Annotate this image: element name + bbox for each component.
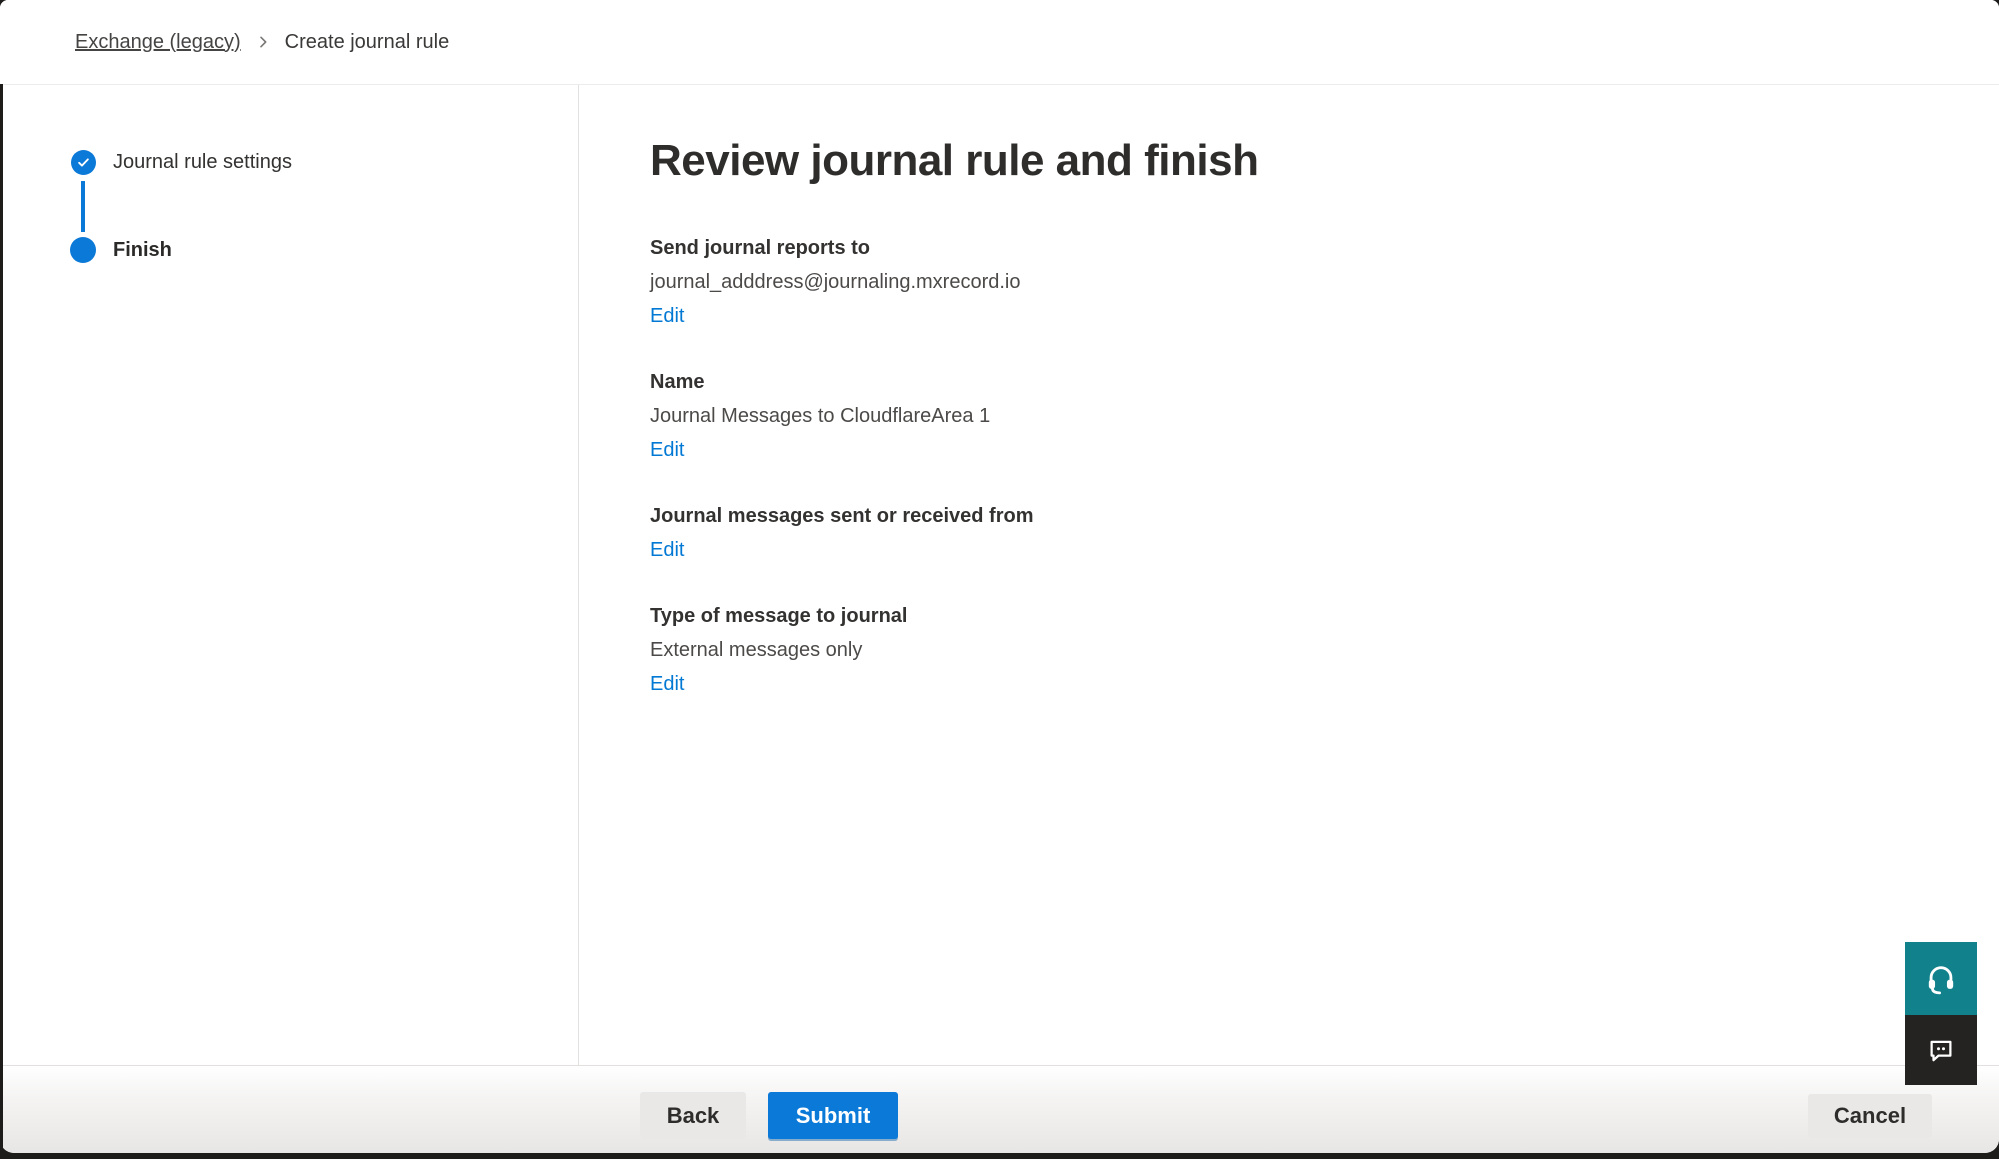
- wizard-stepper-sidebar: Journal rule settings Finish: [0, 84, 579, 1066]
- step-current-circle[interactable]: [70, 237, 96, 263]
- check-icon: [76, 155, 91, 170]
- chat-bubble-icon: [1926, 1035, 1956, 1065]
- section-journal-messages-sent-or-received: Journal messages sent or received from E…: [650, 499, 1550, 567]
- section-label: Send journal reports to: [650, 231, 1550, 265]
- section-type-of-message: Type of message to journal External mess…: [650, 599, 1550, 701]
- breadcrumb-current: Create journal rule: [285, 31, 450, 54]
- breadcrumb: Exchange (legacy) Create journal rule: [75, 0, 449, 84]
- feedback-button[interactable]: [1905, 1015, 1977, 1085]
- section-value: External messages only: [650, 633, 1550, 667]
- app-screen: Exchange (legacy) Create journal rule Jo…: [0, 0, 1999, 1159]
- back-button[interactable]: Back: [640, 1092, 746, 1139]
- stepper-step-journal-rule-settings[interactable]: Journal rule settings: [113, 150, 292, 175]
- edit-link-send-journal-reports[interactable]: Edit: [650, 299, 684, 333]
- help-button[interactable]: [1905, 942, 1977, 1015]
- edit-link-message-type[interactable]: Edit: [650, 667, 684, 701]
- edit-link-scope[interactable]: Edit: [650, 533, 684, 567]
- section-label: Type of message to journal: [650, 599, 1550, 633]
- app-window: Exchange (legacy) Create journal rule Jo…: [0, 0, 1999, 1153]
- chevron-right-icon: [255, 34, 271, 50]
- review-sections: Send journal reports to journal_adddress…: [650, 231, 1550, 733]
- section-value: journal_adddress@journaling.mxrecord.io: [650, 265, 1550, 299]
- review-panel: Review journal rule and finish Send jour…: [578, 84, 1999, 1066]
- page-title: Review journal rule and finish: [650, 136, 1258, 186]
- headset-icon: [1924, 962, 1958, 996]
- section-label: Journal messages sent or received from: [650, 499, 1550, 533]
- section-value: Journal Messages to CloudflareArea 1: [650, 399, 1550, 433]
- section-label: Name: [650, 365, 1550, 399]
- section-send-journal-reports-to: Send journal reports to journal_adddress…: [650, 231, 1550, 333]
- section-name: Name Journal Messages to CloudflareArea …: [650, 365, 1550, 467]
- submit-button[interactable]: Submit: [768, 1092, 898, 1139]
- top-header: Exchange (legacy) Create journal rule: [0, 0, 1999, 85]
- stepper-connector-line: [81, 181, 85, 232]
- cancel-button[interactable]: Cancel: [1808, 1094, 1932, 1138]
- stepper-step-finish[interactable]: Finish: [113, 238, 172, 263]
- step-completed-circle[interactable]: [71, 150, 96, 175]
- window-left-edge: [0, 84, 3, 1159]
- edit-link-name[interactable]: Edit: [650, 433, 684, 467]
- breadcrumb-parent-link[interactable]: Exchange (legacy): [75, 31, 241, 54]
- wizard-footer: Back Submit Cancel: [0, 1065, 1999, 1153]
